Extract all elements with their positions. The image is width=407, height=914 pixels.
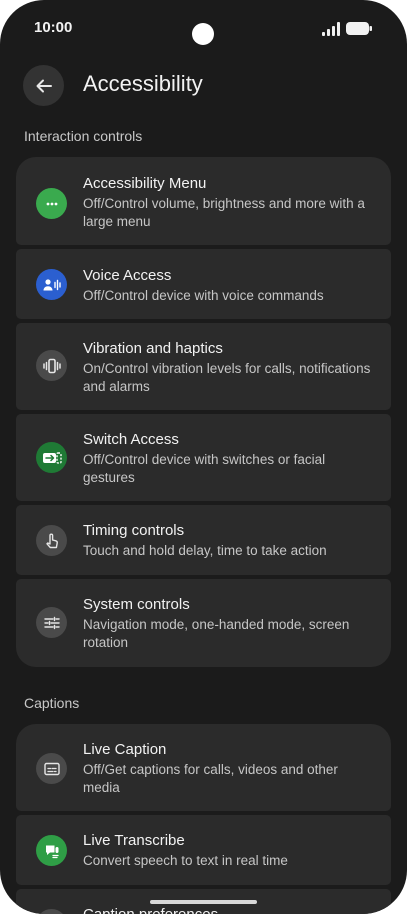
phone-screen: 10:00 Accessibility Interaction controls…	[0, 0, 407, 914]
caption-icon	[36, 753, 67, 784]
setting-summary: Navigation mode, one-handed mode, screen…	[83, 617, 350, 650]
camera-cutout	[192, 23, 214, 45]
status-time: 10:00	[34, 19, 73, 36]
setting-title: Timing controls	[83, 522, 185, 539]
switch-icon	[36, 442, 67, 473]
setting-summary: Off/Control volume, brightness and more …	[83, 196, 365, 229]
home-indicator[interactable]	[150, 900, 257, 904]
sliders-icon	[36, 607, 67, 638]
back-button[interactable]	[23, 65, 64, 106]
status-bar: 10:00	[0, 0, 407, 56]
touch-icon	[36, 525, 67, 556]
cellular-signal-icon	[322, 22, 340, 36]
setting-summary: Off/Control device with voice commands	[83, 288, 324, 303]
setting-summary: Off/Control device with switches or faci…	[83, 452, 326, 485]
setting-summary: Touch and hold delay, time to take actio…	[83, 543, 327, 558]
setting-vibration-haptics[interactable]: Vibration and haptics On/Control vibrati…	[16, 323, 391, 410]
setting-title: Voice Access	[83, 267, 172, 284]
voice-icon	[36, 269, 67, 300]
setting-title: Vibration and haptics	[83, 340, 223, 357]
setting-title: Live Caption	[83, 741, 167, 758]
section-header-captions: Captions	[24, 695, 80, 711]
setting-system-controls[interactable]: System controls Navigation mode, one-han…	[16, 579, 391, 667]
setting-switch-access[interactable]: Switch Access Off/Control device with sw…	[16, 414, 391, 501]
page-title: Accessibility	[83, 71, 203, 96]
setting-accessibility-menu[interactable]: Accessibility Menu Off/Control volume, b…	[16, 157, 391, 245]
section-header-interaction-controls: Interaction controls	[24, 128, 143, 144]
caption-prefs-icon	[36, 909, 67, 914]
setting-title: System controls	[83, 596, 190, 613]
setting-summary: Convert speech to text in real time	[83, 853, 288, 868]
arrow-back-icon	[36, 79, 52, 92]
setting-summary: Off/Get captions for calls, videos and o…	[83, 762, 338, 795]
setting-title: Live Transcribe	[83, 832, 185, 849]
setting-live-caption[interactable]: Live Caption Off/Get captions for calls,…	[16, 724, 391, 811]
setting-live-transcribe[interactable]: Live Transcribe Convert speech to text i…	[16, 815, 391, 885]
transcribe-icon	[36, 835, 67, 866]
setting-timing-controls[interactable]: Timing controls Touch and hold delay, ti…	[16, 505, 391, 575]
vibration-icon	[36, 350, 67, 381]
setting-summary: On/Control vibration levels for calls, n…	[83, 361, 371, 394]
setting-title: Caption preferences	[83, 906, 218, 914]
setting-title: Switch Access	[83, 431, 179, 448]
dots-icon	[36, 188, 67, 219]
setting-title: Accessibility Menu	[83, 175, 207, 192]
battery-icon	[346, 22, 372, 35]
setting-voice-access[interactable]: Voice Access Off/Control device with voi…	[16, 249, 391, 319]
